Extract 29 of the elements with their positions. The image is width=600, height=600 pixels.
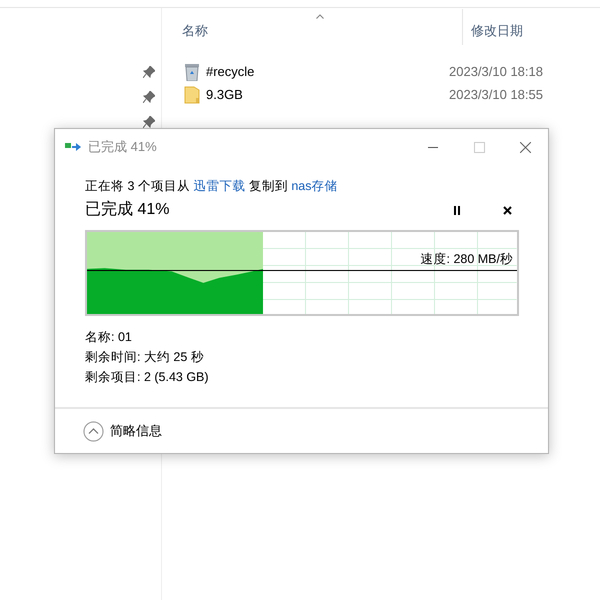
pause-icon — [454, 206, 460, 214]
recycle-bin-icon — [184, 62, 200, 80]
chevron-circle-icon — [83, 420, 104, 442]
close-icon — [520, 142, 530, 152]
sort-caret-icon — [316, 14, 324, 19]
source-link[interactable]: 迅雷下载 — [193, 179, 246, 193]
column-header[interactable]: 名称 — [162, 21, 462, 41]
maximize-icon — [474, 142, 484, 152]
detail-text: 名称: 01 — [85, 329, 133, 346]
window-title: 已完成 41% — [88, 138, 157, 156]
progress-heading: 已完成 41% — [85, 200, 170, 220]
cancel-icon — [502, 206, 512, 214]
speed-label: 速度: 280 MB/秒 — [420, 251, 513, 267]
copy-status-text: 正在将 3 个项目从 迅雷下载 复制到 nas存储 — [85, 178, 338, 195]
file-date: 2023/3/10 18:18 — [448, 62, 543, 81]
folder-icon — [184, 86, 200, 104]
pin-icon[interactable] — [143, 66, 155, 78]
destination-link[interactable]: nas存储 — [291, 179, 338, 193]
pin-icon[interactable] — [143, 91, 155, 103]
pin-icon[interactable] — [143, 116, 155, 128]
file-date: 2023/3/10 18:55 — [448, 86, 543, 104]
detail-text: 剩余时间: 大约 25 秒 — [85, 349, 205, 366]
file-name[interactable]: #recycle — [206, 62, 254, 82]
details-toggle[interactable]: 简略信息 — [83, 420, 162, 442]
copy-icon — [65, 141, 81, 153]
column-header[interactable]: 修改日期 — [463, 21, 523, 41]
detail-text: 剩余项目: 2 (5.43 GB) — [85, 369, 210, 386]
file-name[interactable]: 9.3GB — [206, 84, 243, 104]
minimize-icon — [428, 146, 438, 148]
